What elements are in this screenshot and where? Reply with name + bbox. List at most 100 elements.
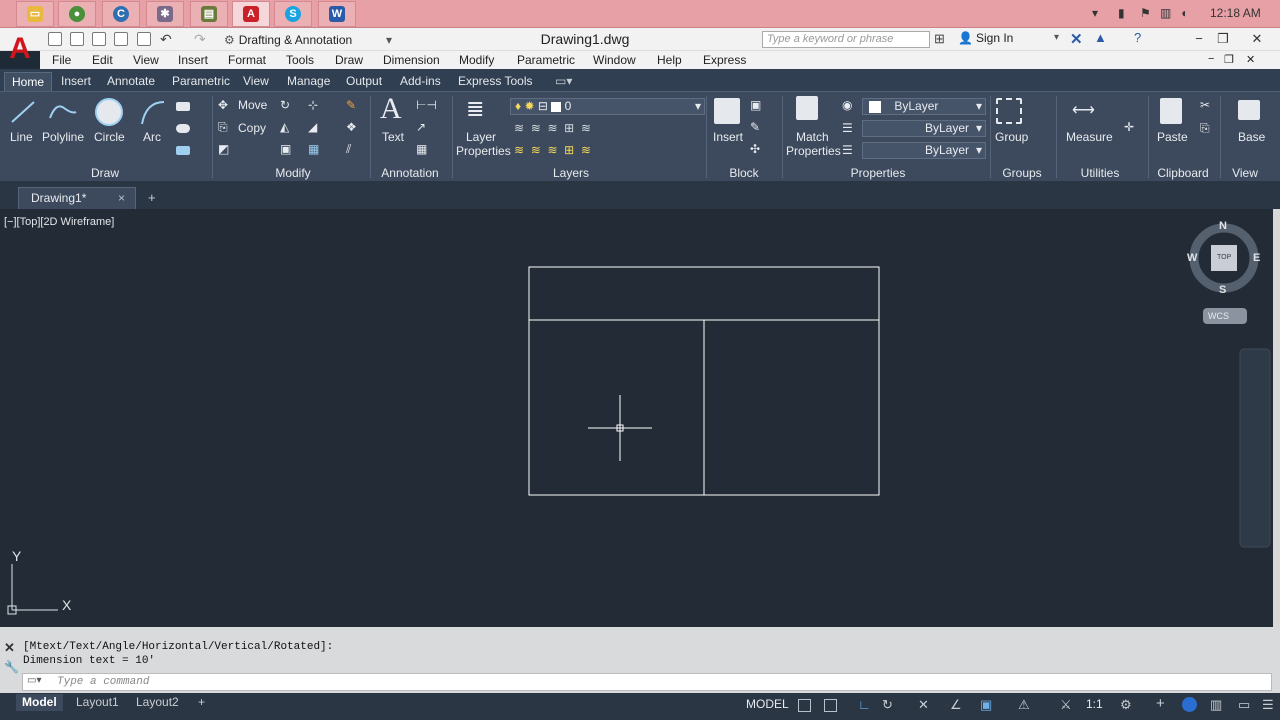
- polar-icon[interactable]: ↻: [882, 697, 893, 713]
- panel-view-label[interactable]: View: [1222, 166, 1268, 182]
- app-icon[interactable]: C: [102, 1, 140, 27]
- annotation-visibility-icon[interactable]: ⚔: [1060, 697, 1072, 713]
- tab-insert[interactable]: Insert: [54, 72, 98, 91]
- word-icon[interactable]: W: [318, 1, 356, 27]
- group-button[interactable]: Group: [995, 130, 1028, 144]
- menu-edit[interactable]: Edit: [92, 53, 113, 67]
- sign-in-button[interactable]: Sign In: [976, 31, 1013, 45]
- create-block-icon[interactable]: ▣: [750, 98, 761, 112]
- menu-file[interactable]: File: [52, 53, 71, 67]
- layer-tools-row-1[interactable]: ≋ ≋ ≋ ⊞ ≋: [514, 121, 591, 135]
- color-dropdown[interactable]: ByLayer ▾: [862, 98, 986, 115]
- menu-view[interactable]: View: [133, 53, 159, 67]
- command-input[interactable]: Type a command: [22, 673, 1272, 691]
- menu-draw[interactable]: Draw: [335, 53, 363, 67]
- clean-screen-icon[interactable]: ▭: [1238, 697, 1250, 713]
- undo-icon[interactable]: ↶: [160, 31, 172, 48]
- layer-tools-row-2[interactable]: ≋ ≋ ≋ ⊞ ≋: [514, 143, 591, 157]
- help-icon[interactable]: ?: [1134, 30, 1141, 45]
- stretch-icon[interactable]: ◩: [218, 142, 229, 156]
- gradient-icon[interactable]: [176, 146, 190, 155]
- wcs-label[interactable]: WCS: [1208, 311, 1229, 321]
- chevron-down-icon[interactable]: ▾: [1054, 32, 1059, 43]
- menu-window[interactable]: Window: [593, 53, 636, 67]
- menu-dimension[interactable]: Dimension: [383, 53, 440, 67]
- grid-icon[interactable]: [798, 699, 811, 712]
- flag-icon[interactable]: ⚑: [1140, 6, 1151, 20]
- copy-button[interactable]: Copy: [238, 121, 266, 135]
- line-button[interactable]: Line: [10, 130, 33, 144]
- transparency-icon[interactable]: ▣: [980, 697, 992, 713]
- drawing-tab[interactable]: Drawing1* ×: [18, 187, 136, 209]
- gear-icon[interactable]: ⚙: [1120, 697, 1132, 713]
- annotation-icon[interactable]: ⚠: [1018, 697, 1030, 713]
- polyline-button[interactable]: Polyline: [42, 130, 84, 144]
- panel-modify-label[interactable]: Modify: [258, 166, 328, 182]
- doc-minimize-button[interactable]: −: [1208, 53, 1214, 65]
- redo-icon[interactable]: ↷: [194, 31, 206, 48]
- linetype-dropdown[interactable]: ByLayer ▾: [862, 120, 986, 137]
- panel-groups-label[interactable]: Groups: [990, 166, 1054, 182]
- text-button[interactable]: Text: [382, 130, 404, 144]
- ribbon-toggle-icon[interactable]: ▭▾: [548, 72, 579, 91]
- menu-modify[interactable]: Modify: [459, 53, 494, 67]
- match-properties-label-2[interactable]: Properties: [786, 144, 841, 158]
- edit-block-icon[interactable]: ✎: [750, 120, 760, 134]
- compass-north[interactable]: N: [1219, 220, 1227, 232]
- plot-icon[interactable]: [137, 32, 151, 46]
- close-button[interactable]: ✕: [1244, 29, 1270, 49]
- tab-home[interactable]: Home: [4, 72, 53, 91]
- tab-layout2[interactable]: Layout2: [130, 694, 185, 711]
- lineweight-display-icon[interactable]: ∠: [950, 697, 962, 713]
- match-properties-label-1[interactable]: Match: [796, 130, 829, 144]
- new-icon[interactable]: [48, 32, 62, 46]
- measure-button[interactable]: Measure: [1066, 130, 1113, 144]
- dimension-icon[interactable]: ⊢⊣: [416, 98, 437, 112]
- hardware-acceleration-icon[interactable]: ▥: [1210, 697, 1222, 713]
- exchange-icon[interactable]: ✕: [1070, 30, 1083, 48]
- clock[interactable]: 12:18 AM: [1210, 6, 1261, 20]
- scale-icon[interactable]: ▣: [280, 142, 291, 156]
- network-tray-icon[interactable]: ▥: [1160, 6, 1171, 20]
- hatch-icon[interactable]: [176, 124, 190, 133]
- volume-icon[interactable]: ◖: [1180, 6, 1187, 20]
- battery-icon[interactable]: ▮: [1118, 6, 1125, 20]
- new-tab-button[interactable]: +: [148, 190, 156, 205]
- vertical-scrollbar[interactable]: [1273, 209, 1280, 629]
- offset-icon[interactable]: ⫽: [346, 142, 351, 157]
- app-icon-2[interactable]: ▤: [190, 1, 228, 27]
- plus-icon[interactable]: +: [1156, 695, 1165, 712]
- layer-dropdown[interactable]: ♦ ✹ ⊟ 0 ▾: [510, 98, 705, 115]
- layer-properties-label-2[interactable]: Properties: [456, 144, 511, 158]
- menu-insert[interactable]: Insert: [178, 53, 208, 67]
- autocad-icon[interactable]: A: [232, 1, 270, 27]
- doc-restore-button[interactable]: ❐: [1224, 53, 1234, 66]
- mirror-icon[interactable]: ◭: [280, 120, 289, 134]
- wrench-icon[interactable]: 🔧: [4, 660, 19, 674]
- panel-properties-label[interactable]: Properties: [838, 166, 918, 182]
- panel-draw-label[interactable]: Draw: [70, 166, 140, 182]
- explode-icon[interactable]: ❖: [346, 120, 357, 134]
- menu-parametric[interactable]: Parametric: [517, 53, 575, 67]
- compass-east[interactable]: E: [1253, 252, 1260, 264]
- lineweight-dropdown[interactable]: ByLayer ▾: [862, 142, 986, 159]
- block-attributes-icon[interactable]: ✣: [750, 142, 760, 156]
- tab-express-tools[interactable]: Express Tools: [451, 72, 539, 91]
- customization-icon[interactable]: ☰: [1262, 697, 1274, 713]
- menu-express[interactable]: Express: [703, 53, 746, 67]
- tab-annotate[interactable]: Annotate: [100, 72, 162, 91]
- rectangle-icon[interactable]: [176, 102, 190, 111]
- skype-icon[interactable]: S: [274, 1, 312, 27]
- tab-parametric[interactable]: Parametric: [165, 72, 237, 91]
- compass-west[interactable]: W: [1187, 252, 1197, 264]
- model-space-button[interactable]: MODEL: [746, 697, 789, 711]
- leader-icon[interactable]: ↗: [416, 120, 426, 134]
- menu-tools[interactable]: Tools: [286, 53, 314, 67]
- layer-properties-label-1[interactable]: Layer: [466, 130, 496, 144]
- isolate-objects-icon[interactable]: [1182, 697, 1197, 712]
- maximize-button[interactable]: ❐: [1210, 29, 1236, 49]
- array-icon[interactable]: ▦: [308, 142, 319, 156]
- point-icon[interactable]: ✛: [1124, 120, 1134, 134]
- add-layout-button[interactable]: +: [192, 694, 211, 711]
- close-icon[interactable]: ✕: [4, 640, 15, 656]
